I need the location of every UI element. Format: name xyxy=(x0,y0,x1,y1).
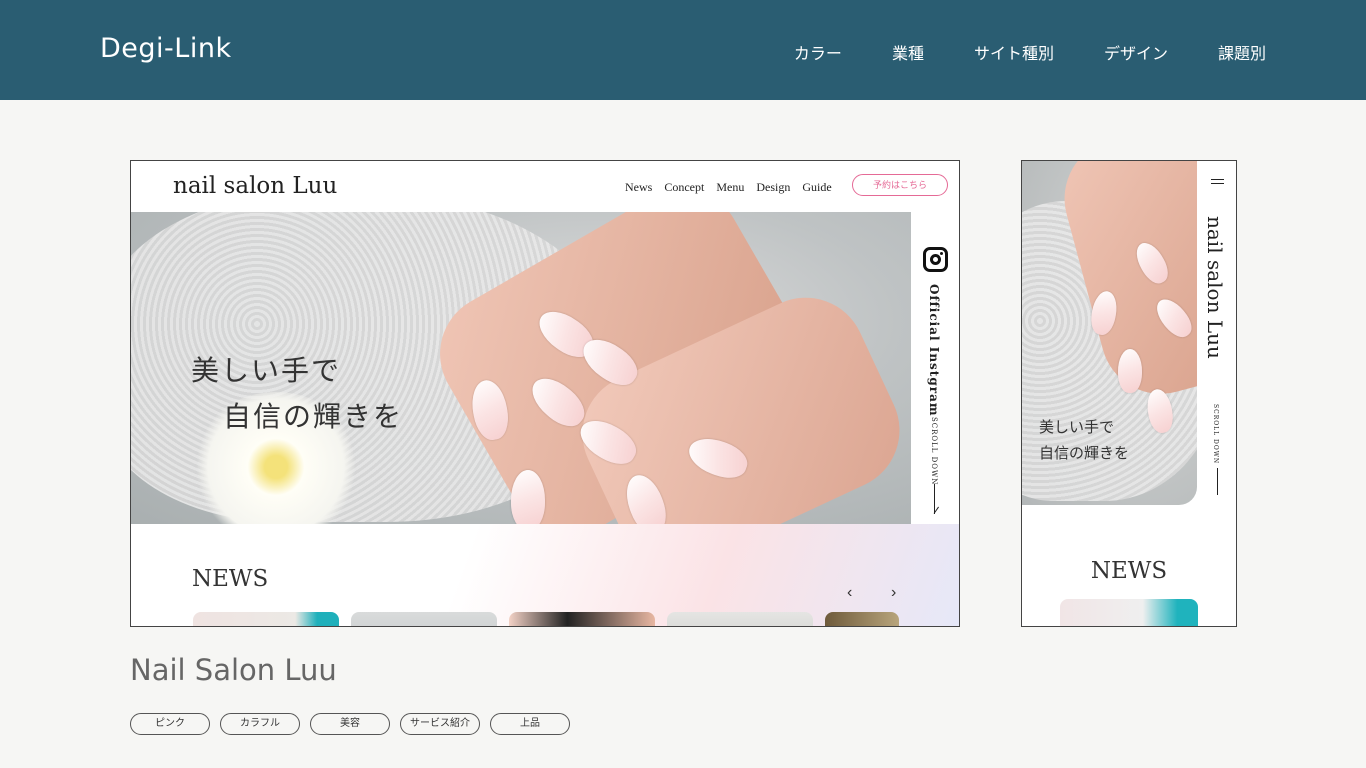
desktop-preview[interactable]: nail salon Luu News Concept Menu Design … xyxy=(130,160,960,627)
preview-news-section: NEWS ‹ › xyxy=(131,524,959,626)
mobile-hero-copy: 美しい手で 自信の輝きを xyxy=(1039,414,1129,466)
main-nav: カラー 業種 サイト種別 デザイン 課題別 xyxy=(794,40,1266,64)
tag-elegant[interactable]: 上品 xyxy=(490,713,570,735)
news-card-image xyxy=(193,612,339,626)
tag-beauty[interactable]: 美容 xyxy=(310,713,390,735)
preview-nav-menu: Menu xyxy=(716,180,745,194)
hero-copy-line-1: 美しい手で xyxy=(191,354,342,387)
scroll-down-label: SCROLL DOWN xyxy=(930,417,938,486)
preview-logo: nail salon Luu xyxy=(173,173,338,199)
nail-image xyxy=(511,470,545,524)
nav-item-design[interactable]: デザイン xyxy=(1104,40,1168,64)
tag-list: ピンク カラフル 美容 サービス紹介 上品 xyxy=(130,713,570,735)
news-card-image xyxy=(667,612,813,626)
preview-nav-news: News xyxy=(625,180,653,194)
hamburger-menu-icon xyxy=(1211,179,1224,184)
preview-news-title: NEWS xyxy=(192,566,269,592)
preview-header: nail salon Luu News Concept Menu Design … xyxy=(131,161,959,212)
tag-colorful[interactable]: カラフル xyxy=(220,713,300,735)
preview-side-bar: Official Instgram SCROLL DOWN xyxy=(911,212,959,524)
mobile-preview[interactable]: 美しい手で 自信の輝きを nail salon Luu SCROLL DOWN … xyxy=(1021,160,1237,627)
mobile-hero-copy-line-1: 美しい手で xyxy=(1039,418,1115,436)
tag-pink[interactable]: ピンク xyxy=(130,713,210,735)
nav-item-issue[interactable]: 課題別 xyxy=(1218,40,1266,64)
nail-image xyxy=(1118,349,1142,393)
preview-news-cards xyxy=(193,612,899,626)
mobile-scroll-arrow-icon xyxy=(1217,468,1218,495)
news-card-image xyxy=(825,612,899,626)
hero-copy-line-2: 自信の輝きを xyxy=(223,400,404,433)
mobile-logo: nail salon Luu xyxy=(1203,216,1227,359)
tag-service-intro[interactable]: サービス紹介 xyxy=(400,713,480,735)
preview-reserve-button: 予約はこちら xyxy=(852,174,948,196)
mobile-news-card-image xyxy=(1060,599,1198,626)
nav-item-site-type[interactable]: サイト種別 xyxy=(974,40,1054,64)
nav-item-color[interactable]: カラー xyxy=(794,40,842,64)
scroll-arrow-icon xyxy=(934,484,935,514)
news-card-image xyxy=(509,612,655,626)
preview-nav: News Concept Menu Design Guide xyxy=(625,180,832,195)
mobile-scroll-down-label: SCROLL DOWN xyxy=(1212,404,1219,465)
chevron-left-icon: ‹ xyxy=(847,584,853,601)
instagram-label: Official Instgram xyxy=(927,284,941,417)
preview-nav-design: Design xyxy=(756,180,791,194)
site-header: Degi-Link カラー 業種 サイト種別 デザイン 課題別 xyxy=(0,0,1366,100)
mobile-hero-copy-line-2: 自信の輝きを xyxy=(1039,444,1130,462)
preview-nav-concept: Concept xyxy=(664,180,705,194)
preview-hero-copy: 美しい手で 自信の輝きを xyxy=(191,348,403,440)
news-card-image xyxy=(351,612,497,626)
mobile-hero-image: 美しい手で 自信の輝きを xyxy=(1022,161,1197,505)
chevron-right-icon: › xyxy=(891,584,897,601)
mobile-news-title: NEWS xyxy=(1090,558,1168,584)
preview-nav-guide: Guide xyxy=(802,180,832,194)
site-logo[interactable]: Degi-Link xyxy=(100,33,232,64)
preview-hero-image: 美しい手で 自信の輝きを xyxy=(131,212,911,524)
instagram-icon xyxy=(923,247,948,272)
nav-item-industry[interactable]: 業種 xyxy=(892,40,924,64)
site-title[interactable]: Nail Salon Luu xyxy=(130,653,337,687)
